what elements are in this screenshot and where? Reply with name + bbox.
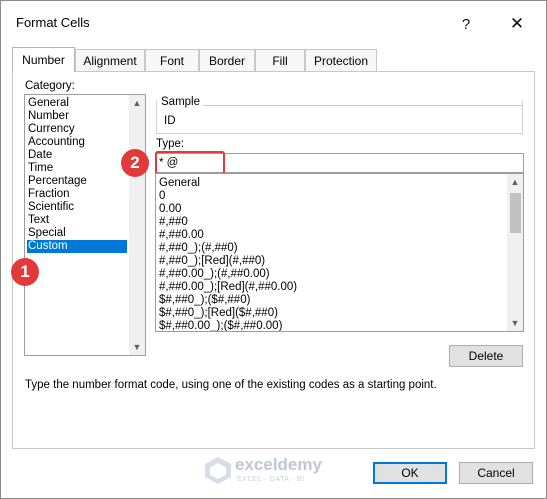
category-item-percentage[interactable]: Percentage [27, 175, 87, 188]
category-item-date[interactable]: Date [27, 149, 52, 162]
scroll-down-icon[interactable]: ▼ [129, 339, 145, 355]
cancel-button[interactable]: Cancel [459, 462, 533, 484]
scroll-thumb[interactable] [510, 193, 521, 233]
ok-button[interactable]: OK [373, 462, 447, 484]
category-listbox[interactable]: General Number Currency Accounting Date … [24, 94, 146, 356]
sample-value: ID [164, 115, 176, 127]
watermark-tagline: EXCEL · DATA · BI [237, 476, 305, 483]
step-1-marker: 1 [11, 258, 39, 286]
format-item[interactable]: 0.00 [158, 203, 181, 216]
type-label: Type: [156, 138, 185, 150]
dialog-title: Format Cells [16, 15, 90, 30]
category-scrollbar[interactable]: ▲ ▼ [129, 95, 145, 355]
format-item[interactable]: $#,##0.00_);($#,##0.00) [158, 320, 282, 331]
category-item-scientific[interactable]: Scientific [27, 201, 74, 214]
type-format-listbox[interactable]: General 0 0.00 #,##0 #,##0.00 #,##0_);(#… [155, 173, 524, 332]
format-cells-dialog: Format Cells ? ✕ Number Alignment Font B… [0, 0, 547, 499]
title-bar: Format Cells ? ✕ [1, 1, 546, 45]
format-item[interactable]: $#,##0_);[Red]($#,##0) [158, 307, 278, 320]
sample-label: Sample [161, 96, 200, 108]
tab-alignment[interactable]: Alignment [75, 49, 145, 71]
scroll-down-icon[interactable]: ▼ [507, 315, 523, 331]
format-description: Type the number format code, using one o… [25, 379, 437, 391]
category-item-custom[interactable]: Custom [27, 240, 127, 253]
tab-fill[interactable]: Fill [255, 49, 305, 71]
exceldemy-watermark: exceldemy EXCEL · DATA · BI [203, 453, 353, 491]
category-item-general[interactable]: General [27, 97, 69, 110]
category-item-number[interactable]: Number [27, 110, 69, 123]
step-2-marker: 2 [121, 149, 149, 177]
tab-protection[interactable]: Protection [305, 49, 377, 71]
format-item[interactable]: #,##0.00_);[Red](#,##0.00) [158, 281, 297, 294]
format-item[interactable]: #,##0.00 [158, 229, 204, 242]
format-item[interactable]: #,##0_);[Red](#,##0) [158, 255, 265, 268]
scroll-up-icon[interactable]: ▲ [507, 174, 523, 190]
delete-button[interactable]: Delete [449, 345, 523, 367]
sample-group-line [203, 105, 523, 106]
help-icon[interactable]: ? [453, 11, 479, 37]
category-item-time[interactable]: Time [27, 162, 53, 175]
format-scrollbar[interactable]: ▲ ▼ [507, 174, 523, 331]
watermark-name: exceldemy [235, 455, 322, 474]
format-item[interactable]: #,##0_);(#,##0) [158, 242, 238, 255]
format-item[interactable]: #,##0 [158, 216, 188, 229]
tab-font[interactable]: Font [145, 49, 199, 71]
exceldemy-logo-icon [205, 457, 231, 484]
category-item-currency[interactable]: Currency [27, 123, 75, 136]
scroll-up-icon[interactable]: ▲ [129, 95, 145, 111]
tab-number[interactable]: Number [12, 47, 75, 72]
category-label: Category: [25, 80, 75, 92]
category-item-fraction[interactable]: Fraction [27, 188, 70, 201]
category-item-text[interactable]: Text [27, 214, 49, 227]
close-icon[interactable]: ✕ [504, 11, 530, 37]
format-item[interactable]: #,##0.00_);(#,##0.00) [158, 268, 270, 281]
format-item[interactable]: General [158, 177, 200, 190]
category-item-special[interactable]: Special [27, 227, 66, 240]
tab-border[interactable]: Border [199, 49, 255, 71]
category-item-accounting[interactable]: Accounting [27, 136, 85, 149]
format-item[interactable]: 0 [158, 190, 165, 203]
type-input-highlight [155, 151, 225, 175]
format-item[interactable]: $#,##0_);($#,##0) [158, 294, 250, 307]
